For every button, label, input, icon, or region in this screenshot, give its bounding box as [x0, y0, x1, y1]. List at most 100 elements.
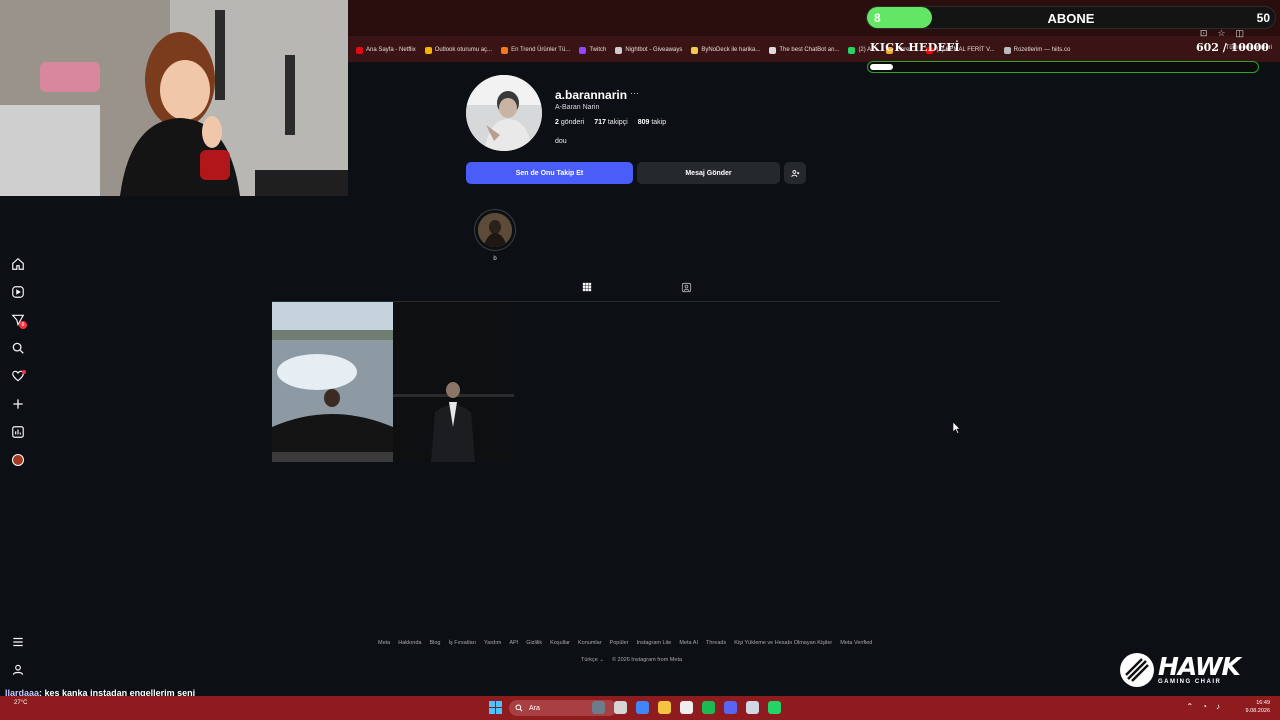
copyright: © 2026 Instagram from Meta [611, 657, 683, 663]
mouse-cursor-icon [952, 421, 961, 439]
suggested-accounts-button[interactable] [784, 162, 806, 184]
subscriber-goal-label: ABONE [1047, 11, 1095, 26]
footer-link[interactable]: Blog [429, 640, 440, 646]
system-clock[interactable]: 16:49 9.08.2026 [1246, 699, 1270, 715]
star-icon[interactable]: ☆ [1217, 28, 1225, 39]
bookmark-label: Rozetlerim — hiits.co [1013, 47, 1071, 53]
taskbar-app-files[interactable] [614, 701, 627, 714]
footer-link[interactable]: Popüler [610, 640, 629, 646]
profile-username: a.barannarin [555, 88, 628, 102]
profile-avatar[interactable] [466, 75, 542, 151]
footer-link[interactable]: Konumlar [578, 640, 602, 646]
create-icon[interactable] [9, 395, 27, 413]
bookmark-label: ByNoDeck ile harika... [701, 47, 761, 53]
bookmark-favicon-icon [848, 46, 856, 54]
taskbar-app-explorer[interactable] [658, 701, 671, 714]
footer-link[interactable]: Threads [706, 640, 726, 646]
footer-link[interactable]: Instagram Lite [637, 640, 672, 646]
bookmark-item[interactable]: Outlook oturumu aç... [424, 42, 492, 58]
dashboard-icon[interactable] [9, 423, 27, 441]
bookmark-label: En Trend Ürünler Tü... [511, 47, 571, 53]
footer-link[interactable]: Koşullar [550, 640, 570, 646]
home-icon[interactable] [9, 255, 27, 273]
message-button[interactable]: Mesaj Gönder [637, 162, 780, 184]
weather-widget[interactable]: 27°C [14, 699, 27, 707]
webcam-overlay [0, 0, 348, 196]
notifications-icon[interactable] [9, 367, 27, 385]
profile-full-name: A-Baran Narin [555, 104, 600, 111]
taskbar-app-chrome[interactable] [636, 701, 649, 714]
chevron-up-icon[interactable]: ⌃ [1186, 702, 1193, 711]
notifications-dot [22, 370, 26, 374]
bookmark-item[interactable]: En Trend Ürünler Tü... [501, 42, 570, 58]
bookmark-label: The best ChatBot an... [779, 47, 840, 53]
start-button[interactable] [489, 701, 502, 714]
tab-tagged[interactable] [676, 282, 696, 302]
windows-icon [489, 701, 502, 714]
following-stat[interactable]: 809 takip [638, 119, 666, 126]
search-icon[interactable] [9, 339, 27, 357]
bookmark-item[interactable]: Nightbot - Giveaways [615, 42, 682, 58]
kick-goal-fill [870, 64, 894, 70]
taskbar-app-spotify[interactable] [702, 701, 715, 714]
bookmark-item[interactable]: ByNoDeck ile harika... [691, 42, 760, 58]
add-person-icon [790, 169, 799, 177]
grid-icon [582, 282, 592, 292]
footer-link[interactable]: Meta [378, 640, 390, 646]
bookmark-favicon-icon [356, 46, 363, 54]
network-icon[interactable]: ◔ [1202, 702, 1207, 711]
post-thumbnail[interactable] [272, 302, 393, 462]
language-selector[interactable]: Türkçe ⌄ [581, 657, 604, 663]
messages-icon[interactable]: 6 [9, 311, 27, 329]
bookmark-item[interactable]: Ana Sayfa - Netflix [356, 42, 416, 58]
bookmarks-bar: Ana Sayfa - Netflix Outlook oturumu aç...… [356, 42, 1186, 58]
hawk-logo [1120, 653, 1154, 687]
bookmark-favicon-icon [424, 46, 432, 54]
footer-links: Meta Hakkında Blog İş Fırsatları Yardım API Gi… [378, 640, 872, 646]
bookmark-favicon-icon [769, 46, 777, 54]
taskbar-app-whatsapp[interactable] [768, 701, 781, 714]
messages-badge: 6 [19, 321, 27, 329]
footer-link[interactable]: Meta AI [679, 640, 698, 646]
tagged-icon [681, 282, 691, 293]
post-thumbnail[interactable] [393, 302, 514, 462]
footer-link[interactable]: Gizlilik [526, 640, 542, 646]
followers-stat[interactable]: 717 takipçi [594, 119, 627, 126]
tab-posts[interactable] [571, 282, 603, 302]
menu-icon[interactable] [9, 633, 27, 651]
story-highlight[interactable] [474, 209, 516, 251]
kick-goal-bar [867, 61, 1259, 73]
volume-icon[interactable]: ♪ [1216, 702, 1220, 711]
bookmark-label: Ana Sayfa - Netflix [366, 47, 416, 53]
reels-icon[interactable] [9, 283, 27, 301]
subscriber-goal-target: 50 [1256, 11, 1270, 25]
sponsor-subtitle: GAMING CHAIR [1158, 679, 1222, 685]
taskbar-app-steam[interactable] [746, 701, 759, 714]
footer-link[interactable]: İş Fırsatları [449, 640, 477, 646]
sponsor-brand: HAWK [1158, 652, 1241, 681]
profile-bio: dou [555, 138, 567, 145]
extensions-icon[interactable]: ◫ [1235, 28, 1244, 39]
bookmark-item[interactable]: Twitch [579, 42, 606, 58]
footer-link[interactable]: Kişi Yükleme ve Hesabı Olmayan Kişiler [734, 640, 832, 646]
taskbar-app-store[interactable] [680, 701, 693, 714]
more-options-icon[interactable]: ··· [630, 88, 639, 98]
footer-link[interactable]: Meta Verified [840, 640, 872, 646]
footer-link[interactable]: API [509, 640, 518, 646]
footer-link[interactable]: Hakkında [398, 640, 421, 646]
bookmark-favicon-icon [579, 46, 587, 54]
cast-icon[interactable]: ⊡ [1200, 28, 1208, 39]
follow-button[interactable]: Sen de Onu Takip Et [466, 162, 633, 184]
taskbar-app-discord[interactable] [724, 701, 737, 714]
extension-icons: ⊡ ☆ ◫ [1200, 28, 1244, 39]
bookmark-item[interactable]: The best ChatBot an... [769, 42, 839, 58]
system-tray: ⌃ ◔ ♪ [1186, 702, 1220, 711]
threads-icon[interactable] [9, 661, 27, 679]
search-icon [515, 704, 523, 712]
profile-icon[interactable] [9, 451, 27, 469]
subscriber-goal-bar: 8 ABONE 50 [866, 6, 1276, 29]
bookmark-item[interactable]: Rozetlerim — hiits.co [1003, 42, 1071, 58]
taskbar-app-widgets[interactable] [592, 701, 605, 714]
footer-link[interactable]: Yardım [484, 640, 501, 646]
footer-bottom: Türkçe ⌄ © 2026 Instagram from Meta [581, 657, 682, 663]
